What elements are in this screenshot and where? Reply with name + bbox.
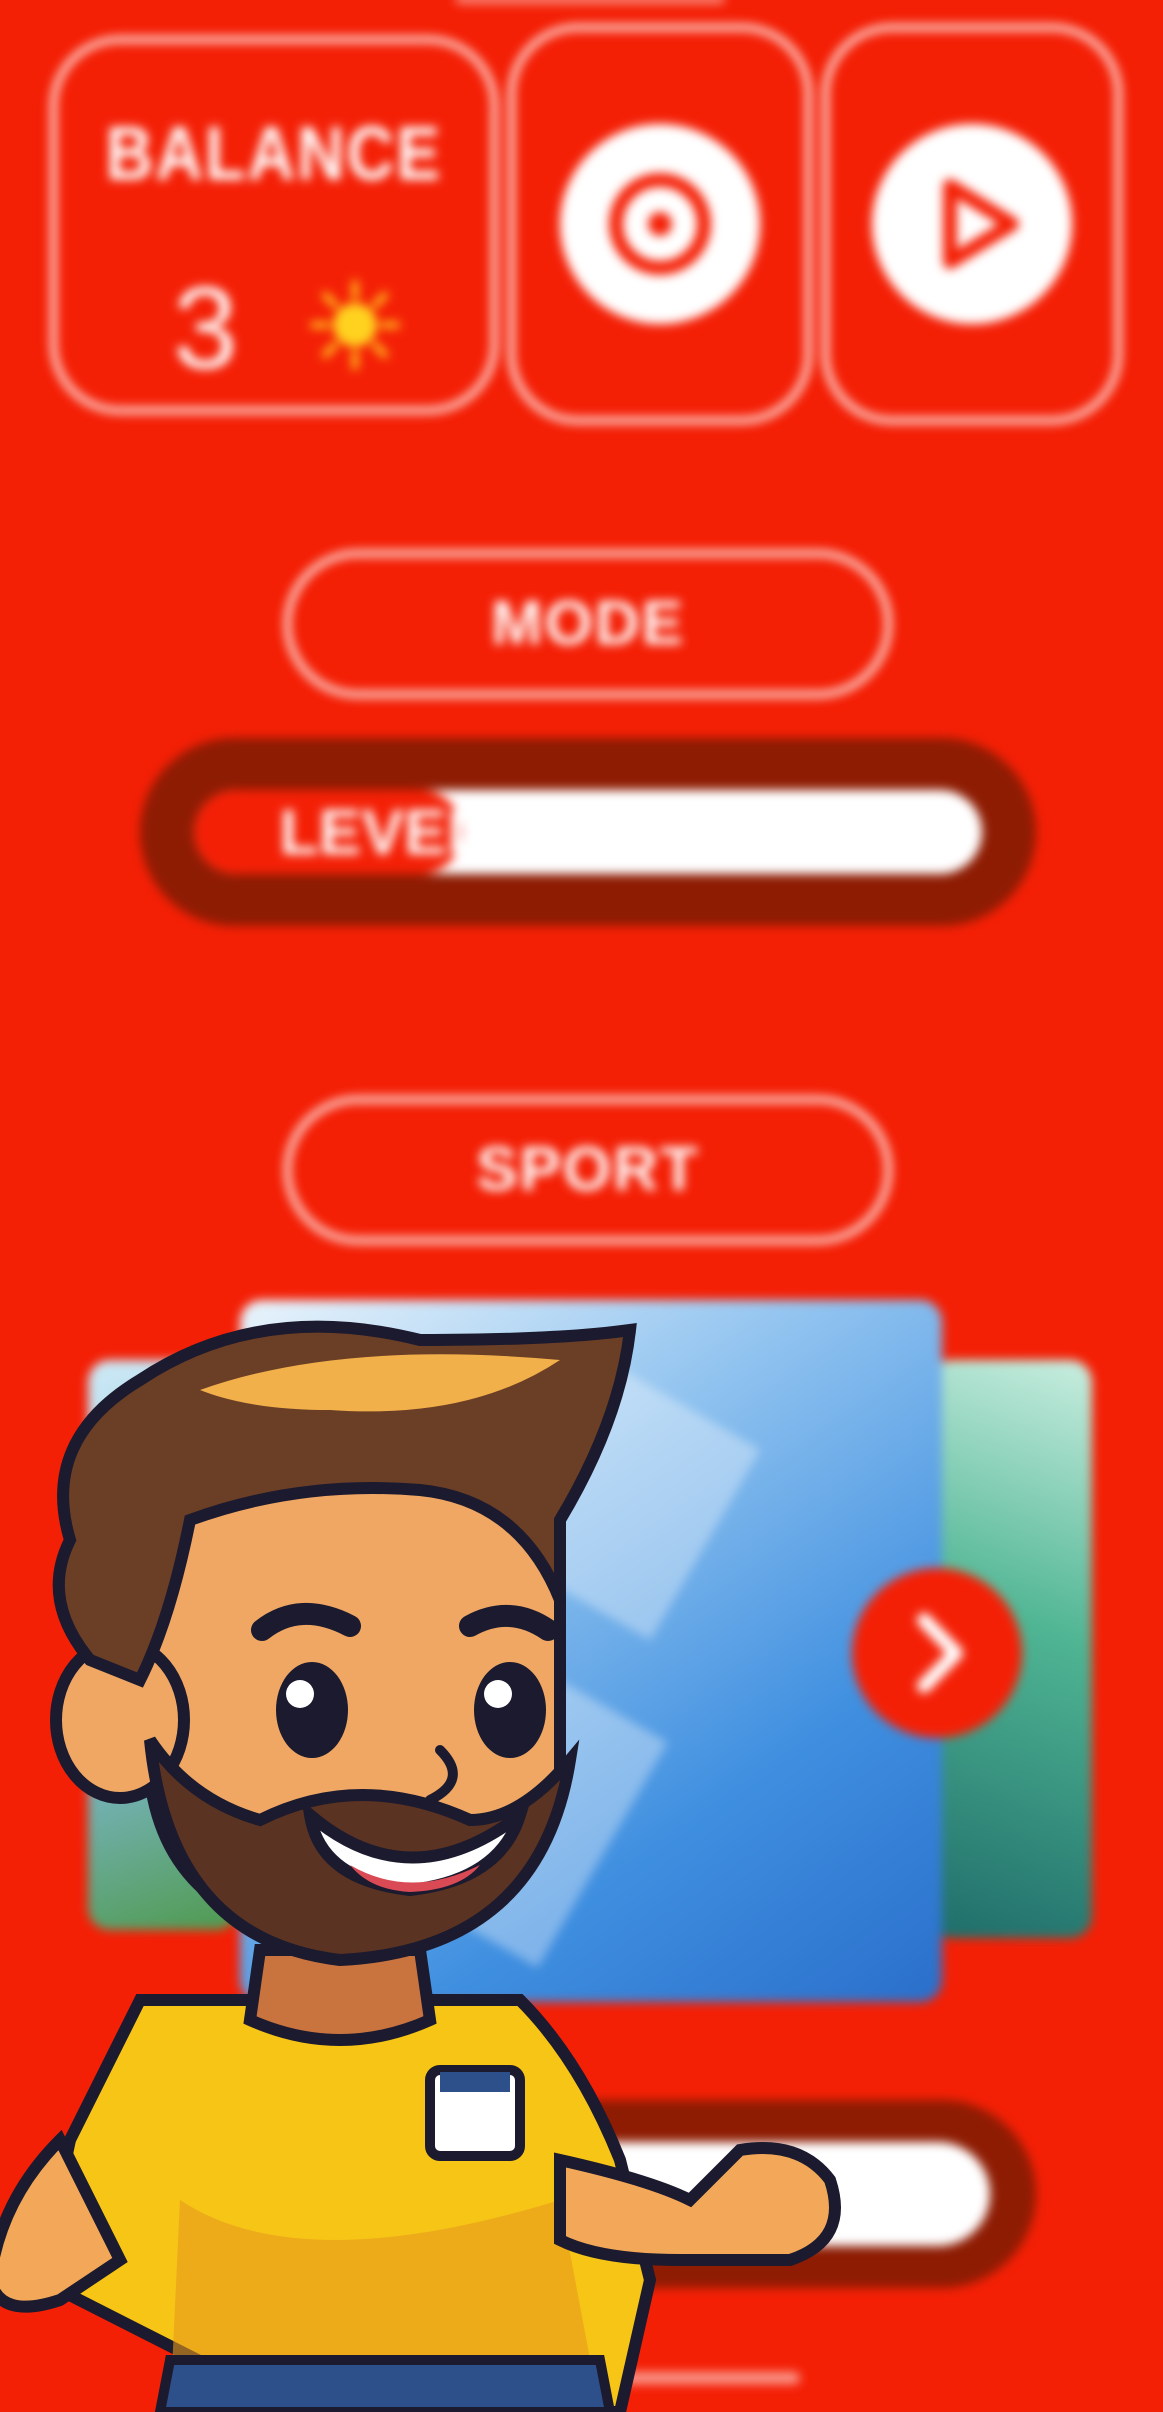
sport-button[interactable]: SPORT <box>284 1096 892 1244</box>
mode-button[interactable]: MODE <box>284 550 892 698</box>
settings-card[interactable] <box>508 24 812 424</box>
settings-button[interactable] <box>560 124 760 324</box>
chevron-right-icon <box>917 1613 963 1693</box>
top-notch <box>455 0 725 4</box>
sun-icon <box>310 280 400 370</box>
settings-icon <box>609 173 711 275</box>
levels-progress-bar: LEVELS <box>194 790 982 874</box>
levels-progress[interactable]: LEVELS <box>140 738 1036 926</box>
play-card[interactable] <box>822 24 1122 424</box>
balance-title: BALANCE <box>105 110 443 196</box>
levels-label: LEVELS <box>279 796 529 868</box>
play-button[interactable] <box>872 124 1072 324</box>
play-icon <box>943 179 1019 269</box>
balance-value: 3 <box>173 263 238 393</box>
mascot-character <box>0 1320 841 2412</box>
balance-card: BALANCE 3 <box>50 36 498 414</box>
next-sport-button[interactable] <box>852 1568 1022 1738</box>
